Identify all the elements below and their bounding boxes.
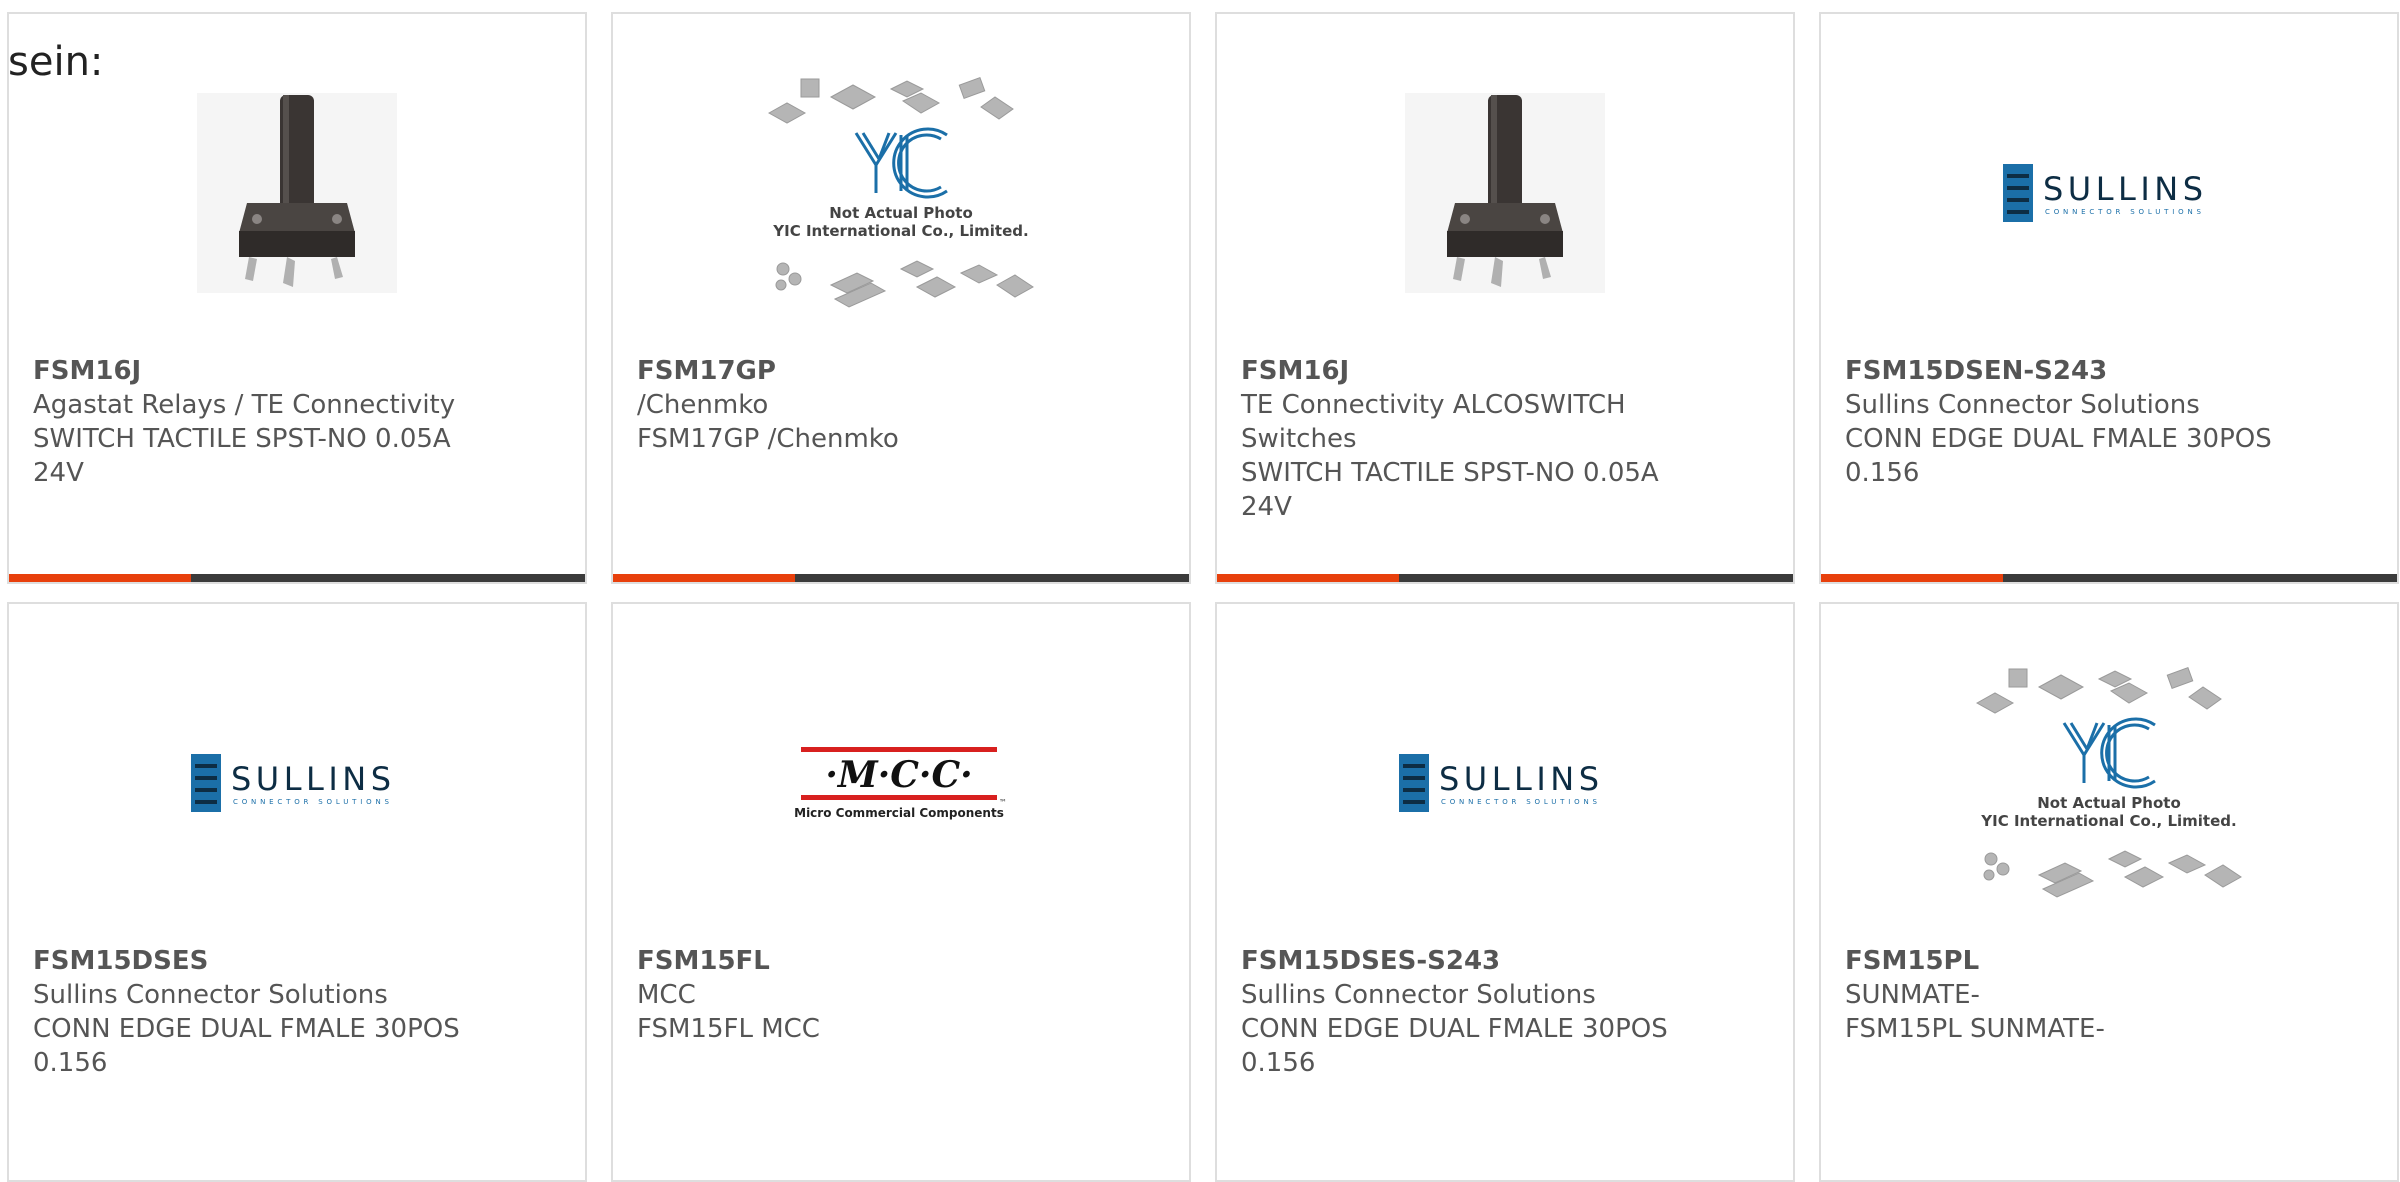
progress-fill <box>9 574 191 582</box>
description: FSM17GP /Chenmko <box>637 424 899 454</box>
product-image[interactable]: ·M·C·C· Micro Commercial Components ™ <box>613 618 1189 948</box>
progress-fill <box>1217 574 1399 582</box>
product-grid: FSM16J Agastat Relays / TE Connectivity … <box>7 12 2399 1182</box>
progress-bar <box>9 574 585 582</box>
product-info: FSM15FL MCC FSM15FL MCC <box>637 944 1165 1046</box>
manufacturer: TE Connectivity ALCOSWITCH <box>1241 390 1626 420</box>
description: FSM15FL MCC <box>637 1014 820 1044</box>
description: FSM15PL SUNMATE- <box>1845 1014 2105 1044</box>
description-cont: 0.156 <box>1241 1048 1316 1078</box>
manufacturer: Sullins Connector Solutions <box>1845 390 2200 420</box>
product-info: FSM15DSEN-S243 Sullins Connector Solutio… <box>1845 354 2373 490</box>
tactile-switch-image <box>1405 93 1605 293</box>
product-info: FSM15DSES-S243 Sullins Connector Solutio… <box>1241 944 1769 1080</box>
product-info: FSM17GP /Chenmko FSM17GP /Chenmko <box>637 354 1165 456</box>
mcc-wordmark: ·M·C·C· <box>825 754 972 796</box>
description: CONN EDGE DUAL FMALE 30POS <box>1241 1014 1668 1044</box>
progress-bar <box>1217 574 1793 582</box>
sullins-wordmark: SULLINS <box>2043 170 2203 208</box>
product-image[interactable]: SULLINS CONNECTOR SOLUTIONS <box>1217 618 1793 948</box>
sullins-logo-image: SULLINS CONNECTOR SOLUTIONS <box>1399 754 1599 812</box>
product-image[interactable]: SULLINS CONNECTOR SOLUTIONS <box>1821 28 2397 358</box>
product-image[interactable]: Not Actual Photo YIC International Co., … <box>1821 618 2397 948</box>
product-card[interactable]: FSM16J TE Connectivity ALCOSWITCH Switch… <box>1215 12 1795 584</box>
part-number[interactable]: FSM16J <box>33 354 561 388</box>
sullins-wordmark: SULLINS <box>1439 760 1599 798</box>
description: CONN EDGE DUAL FMALE 30POS <box>33 1014 460 1044</box>
product-image[interactable] <box>1217 28 1793 358</box>
yic-placeholder-image: Not Actual Photo YIC International Co., … <box>767 77 1034 308</box>
mcc-trademark: ™ <box>999 798 1007 807</box>
yic-company-text: YIC International Co., Limited. <box>772 222 1028 240</box>
progress-bar <box>613 574 1189 582</box>
product-card[interactable]: ·M·C·C· Micro Commercial Components ™ FS… <box>611 602 1191 1182</box>
yic-company-text: YIC International Co., Limited. <box>1980 812 2236 830</box>
mcc-tagline: Micro Commercial Components <box>794 806 1004 820</box>
mcc-logo-image: ·M·C·C· Micro Commercial Components ™ <box>794 747 1007 820</box>
product-info: FSM16J TE Connectivity ALCOSWITCH Switch… <box>1241 354 1769 524</box>
product-info: FSM15DSES Sullins Connector Solutions CO… <box>33 944 561 1080</box>
description-cont: 24V <box>1241 492 1292 522</box>
description-cont: 24V <box>33 458 84 488</box>
description: SWITCH TACTILE SPST-NO 0.05A <box>1241 458 1659 488</box>
manufacturer: MCC <box>637 980 696 1010</box>
tactile-switch-image <box>197 93 397 293</box>
product-info: FSM16J Agastat Relays / TE Connectivity … <box>33 354 561 490</box>
product-card[interactable]: Not Actual Photo YIC International Co., … <box>611 12 1191 584</box>
product-card[interactable]: SULLINS CONNECTOR SOLUTIONS FSM15DSEN-S2… <box>1819 12 2399 584</box>
product-card[interactable]: Not Actual Photo YIC International Co., … <box>1819 602 2399 1182</box>
product-image[interactable]: Not Actual Photo YIC International Co., … <box>613 28 1189 358</box>
not-actual-photo-text: Not Actual Photo <box>829 204 973 222</box>
sullins-tagline: CONNECTOR SOLUTIONS <box>233 798 390 806</box>
product-info: FSM15PL SUNMATE- FSM15PL SUNMATE- <box>1845 944 2373 1046</box>
part-number[interactable]: FSM15DSEN-S243 <box>1845 354 2373 388</box>
part-number[interactable]: FSM16J <box>1241 354 1769 388</box>
description: CONN EDGE DUAL FMALE 30POS <box>1845 424 2272 454</box>
manufacturer: Sullins Connector Solutions <box>1241 980 1596 1010</box>
description-cont: 0.156 <box>1845 458 1920 488</box>
part-number[interactable]: FSM15DSES <box>33 944 561 978</box>
part-number[interactable]: FSM17GP <box>637 354 1165 388</box>
sullins-tagline: CONNECTOR SOLUTIONS <box>2045 208 2202 216</box>
sullins-logo-image: SULLINS CONNECTOR SOLUTIONS <box>191 754 391 812</box>
product-card[interactable]: SULLINS CONNECTOR SOLUTIONS FSM15DSES-S2… <box>1215 602 1795 1182</box>
product-card[interactable]: SULLINS CONNECTOR SOLUTIONS FSM15DSES Su… <box>7 602 587 1182</box>
progress-fill <box>1821 574 2003 582</box>
sullins-tagline: CONNECTOR SOLUTIONS <box>1441 798 1598 806</box>
manufacturer: /Chenmko <box>637 390 769 420</box>
manufacturer: Sullins Connector Solutions <box>33 980 388 1010</box>
sullins-logo-image: SULLINS CONNECTOR SOLUTIONS <box>2003 164 2203 222</box>
part-number[interactable]: FSM15FL <box>637 944 1165 978</box>
manufacturer: Agastat Relays / TE Connectivity <box>33 390 456 420</box>
manufacturer: SUNMATE- <box>1845 980 1980 1010</box>
description-cont: 0.156 <box>33 1048 108 1078</box>
sullins-wordmark: SULLINS <box>231 760 391 798</box>
part-number[interactable]: FSM15PL <box>1845 944 2373 978</box>
product-card[interactable]: FSM16J Agastat Relays / TE Connectivity … <box>7 12 587 584</box>
not-actual-photo-text: Not Actual Photo <box>2037 794 2181 812</box>
progress-fill <box>613 574 795 582</box>
part-number[interactable]: FSM15DSES-S243 <box>1241 944 1769 978</box>
yic-placeholder-image: Not Actual Photo YIC International Co., … <box>1975 667 2242 898</box>
description: SWITCH TACTILE SPST-NO 0.05A <box>33 424 451 454</box>
product-image[interactable]: SULLINS CONNECTOR SOLUTIONS <box>9 618 585 948</box>
lead-text: sein: <box>8 39 104 85</box>
manufacturer-cont: Switches <box>1241 424 1357 454</box>
progress-bar <box>1821 574 2397 582</box>
